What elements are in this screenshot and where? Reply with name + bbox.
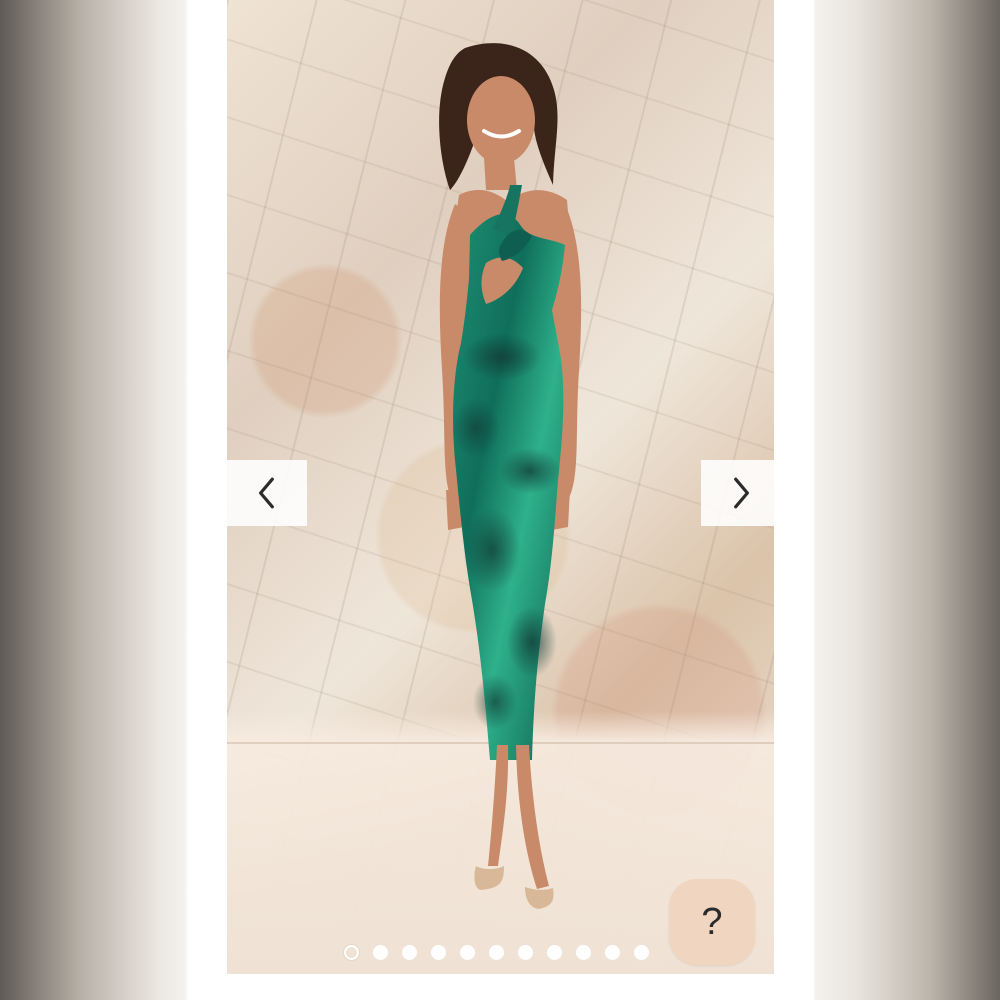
carousel-pagination	[344, 945, 649, 960]
next-slide-button[interactable]	[701, 460, 781, 526]
question-mark-icon: ?	[701, 901, 723, 943]
pagination-dot-9[interactable]	[576, 945, 591, 960]
pagination-dot-10[interactable]	[605, 945, 620, 960]
pagination-dot-6[interactable]	[489, 945, 504, 960]
pagination-dot-1[interactable]	[344, 945, 359, 960]
chevron-left-icon	[259, 477, 274, 509]
chevron-right-icon	[734, 477, 749, 509]
pagination-dot-4[interactable]	[431, 945, 446, 960]
previous-slide-button[interactable]	[227, 460, 307, 526]
pagination-dot-2[interactable]	[373, 945, 388, 960]
pagination-dot-7[interactable]	[518, 945, 533, 960]
pagination-dot-3[interactable]	[402, 945, 417, 960]
model-wearing-green-dress	[439, 43, 582, 909]
help-button[interactable]: ?	[669, 879, 755, 965]
pagination-dot-5[interactable]	[460, 945, 475, 960]
product-photo	[227, 0, 774, 974]
pagination-dot-11[interactable]	[634, 945, 649, 960]
pagination-dot-8[interactable]	[547, 945, 562, 960]
